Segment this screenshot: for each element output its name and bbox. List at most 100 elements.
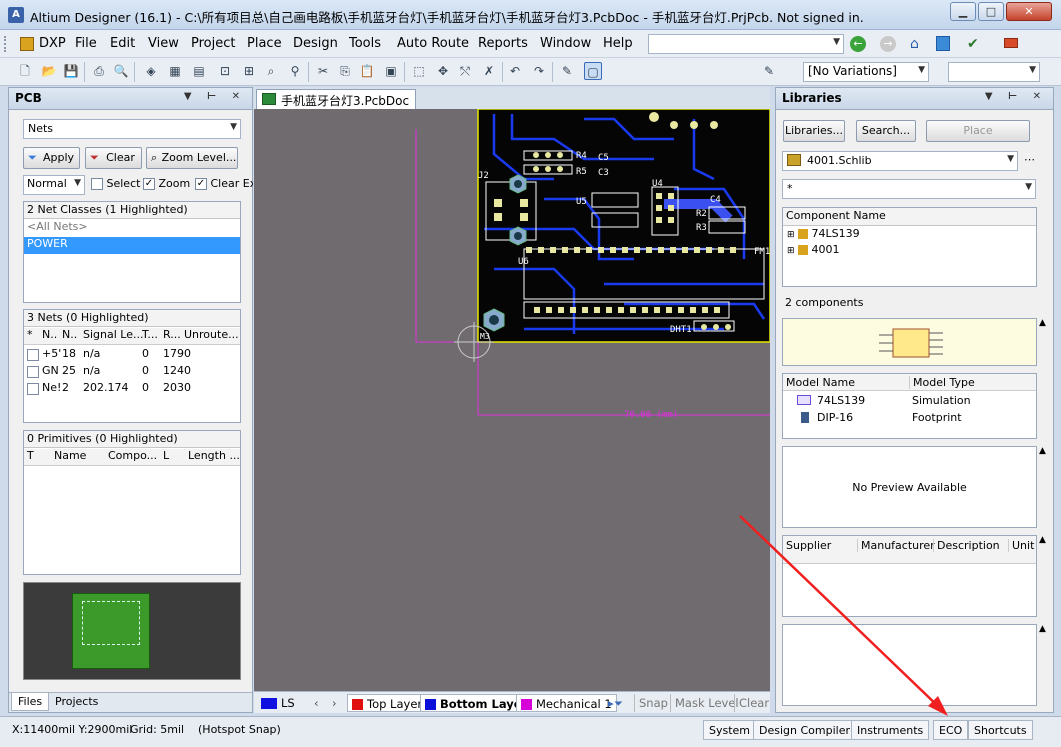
variant-pencil-icon[interactable]: ✎ [760, 62, 778, 80]
paste-icon[interactable]: 📋 [358, 62, 376, 80]
board-minimap[interactable] [23, 582, 241, 680]
column-header[interactable]: N.. [62, 328, 77, 341]
save-icon[interactable]: 💾 [62, 62, 80, 80]
scroll-right-icon[interactable]: › [328, 694, 341, 712]
column-header[interactable]: Unit [1008, 539, 1034, 552]
row-checkbox[interactable] [27, 366, 39, 378]
zoom-fit-icon[interactable]: ⊡ [216, 62, 234, 80]
3d-view-icon[interactable]: ◈ [142, 62, 160, 80]
collapse-icon[interactable]: ▲ [1039, 318, 1046, 328]
clear-existing-checkbox[interactable]: ✓ Clear Exi [195, 177, 253, 190]
collapse-icon[interactable]: ▲ [1039, 624, 1046, 634]
column-header[interactable]: T [27, 449, 34, 462]
collapse-icon[interactable]: ▲ [1039, 446, 1046, 456]
table-row[interactable]: DIP-16 Footprint [783, 409, 1036, 426]
cut-icon[interactable]: ✂ [314, 62, 332, 80]
menu-help[interactable]: Help [603, 36, 633, 51]
table-row[interactable]: +5' 18 n/a 0 179 0 [24, 347, 240, 364]
row-checkbox[interactable] [27, 349, 39, 361]
zoom-filter-icon[interactable]: ⚲ [286, 62, 304, 80]
copy-icon[interactable]: ⎘ [336, 62, 354, 80]
menu-design[interactable]: Design [293, 36, 338, 51]
list-item[interactable]: <All Nets> [24, 220, 240, 237]
board-icon[interactable]: ▦ [166, 62, 184, 80]
back-icon[interactable]: ← [850, 36, 866, 52]
preferences-icon[interactable] [1004, 38, 1018, 48]
filter-input[interactable]: * ▼ [782, 179, 1036, 199]
mode-select[interactable]: Nets ▼ [23, 119, 241, 139]
scroll-left-icon[interactable]: ‹ [310, 694, 323, 712]
table-row[interactable]: GN 25 n/a 0 124 0 [24, 364, 240, 381]
variations-select[interactable]: [No Variations] ▼ [803, 62, 929, 82]
system-button[interactable]: System [703, 720, 757, 740]
column-header[interactable]: Length ... [188, 449, 240, 462]
column-header[interactable]: N.. [42, 328, 57, 341]
shortcuts-button[interactable]: Shortcuts [968, 720, 1033, 740]
undo-icon[interactable]: ↶ [506, 62, 524, 80]
menu-edit[interactable]: Edit [110, 36, 135, 51]
select-area-icon[interactable]: ⬚ [410, 62, 428, 80]
column-header[interactable]: Model Name [786, 376, 855, 389]
browse-icon[interactable]: ▢ [584, 62, 602, 80]
menu-window[interactable]: Window [540, 36, 591, 51]
refresh-icon[interactable] [936, 36, 950, 51]
close-button[interactable]: ✕ [1006, 2, 1052, 21]
maximize-button[interactable]: □ [978, 2, 1004, 21]
layer-filter-icon[interactable]: ▸⏷ [604, 694, 627, 712]
tab-top-layer[interactable]: Top Layer [347, 694, 428, 712]
place-button[interactable]: Place [926, 120, 1030, 142]
menu-reports[interactable]: Reports [478, 36, 528, 51]
snap-button[interactable]: Snap [634, 694, 672, 712]
column-header[interactable]: T... [142, 328, 158, 341]
new-icon[interactable]: 🗋 [16, 62, 34, 80]
component-name-header[interactable]: Component Name [783, 208, 1036, 226]
instruments-button[interactable]: Instruments [851, 720, 930, 740]
highlight-mode-select[interactable]: Normal ▼ [23, 175, 85, 195]
menu-view[interactable]: View [148, 36, 179, 51]
table-row[interactable]: 74LS139 Simulation [783, 392, 1036, 409]
column-header[interactable]: * [27, 328, 33, 341]
clear-button[interactable]: ⏷ Clear [85, 147, 142, 169]
minimap-viewport[interactable] [82, 601, 140, 645]
column-header[interactable]: R... [163, 328, 181, 341]
search-button[interactable]: Search... [856, 120, 916, 142]
column-header[interactable]: L [163, 449, 169, 462]
column-header[interactable]: Compo... [108, 449, 157, 462]
apply-button[interactable]: ⏷ Apply [23, 147, 80, 169]
address-combo[interactable]: ▼ [648, 34, 844, 54]
eco-button[interactable]: ECO [933, 720, 969, 740]
menu-auto-route[interactable]: Auto Route [397, 36, 469, 51]
tab-mechanical-1[interactable]: Mechanical 1 [516, 694, 617, 712]
menu-project[interactable]: Project [191, 36, 235, 51]
extra-select[interactable]: ▼ [948, 62, 1040, 82]
select-checkbox[interactable]: Select [91, 177, 140, 190]
menu-tools[interactable]: Tools [349, 36, 381, 51]
pcb-canvas[interactable]: J2 U5 R4 R5 C5 C3 U4 C4 R2 R3 U6 FM1 DHT… [254, 109, 770, 691]
menu-place[interactable]: Place [247, 36, 282, 51]
list-item[interactable]: POWER [24, 237, 240, 254]
clear-filter-icon[interactable]: ✗ [480, 62, 498, 80]
zoom-checkbox[interactable]: ✓ Zoom [143, 177, 190, 190]
library-select[interactable]: 4001.Schlib ▼ [782, 151, 1018, 171]
tab-files[interactable]: Files [11, 693, 50, 711]
panel-controls-icon[interactable]: ▼ ⊢ ✕ [184, 91, 246, 102]
zoom-area-icon[interactable]: ⊞ [240, 62, 258, 80]
table-row[interactable]: Ne! 2 202.174 0 203 0 [24, 381, 240, 398]
zoom-level-button[interactable]: ⌕ Zoom Level... [146, 147, 238, 169]
list-item[interactable]: ⊞ 74LS139 [783, 227, 1036, 244]
menu-file[interactable]: File [75, 36, 97, 51]
open-icon[interactable]: 📂 [40, 62, 58, 80]
layer-set-button[interactable]: LS [257, 694, 299, 712]
print-preview-icon[interactable]: 🔍 [112, 62, 130, 80]
home-icon[interactable]: ⌂ [910, 36, 919, 52]
move-icon[interactable]: ✥ [434, 62, 452, 80]
library-options-icon[interactable]: ⋯ [1024, 153, 1035, 166]
libraries-button[interactable]: Libraries... [783, 120, 845, 142]
print-icon[interactable]: ⎙ [90, 62, 108, 80]
collapse-icon[interactable]: ▲ [1039, 535, 1046, 545]
forward-icon[interactable]: → [880, 36, 896, 52]
minimize-button[interactable]: ▁ [950, 2, 976, 21]
folder-icon[interactable]: ▤ [190, 62, 208, 80]
column-header[interactable]: Name [54, 449, 86, 462]
redo-icon[interactable]: ↷ [530, 62, 548, 80]
